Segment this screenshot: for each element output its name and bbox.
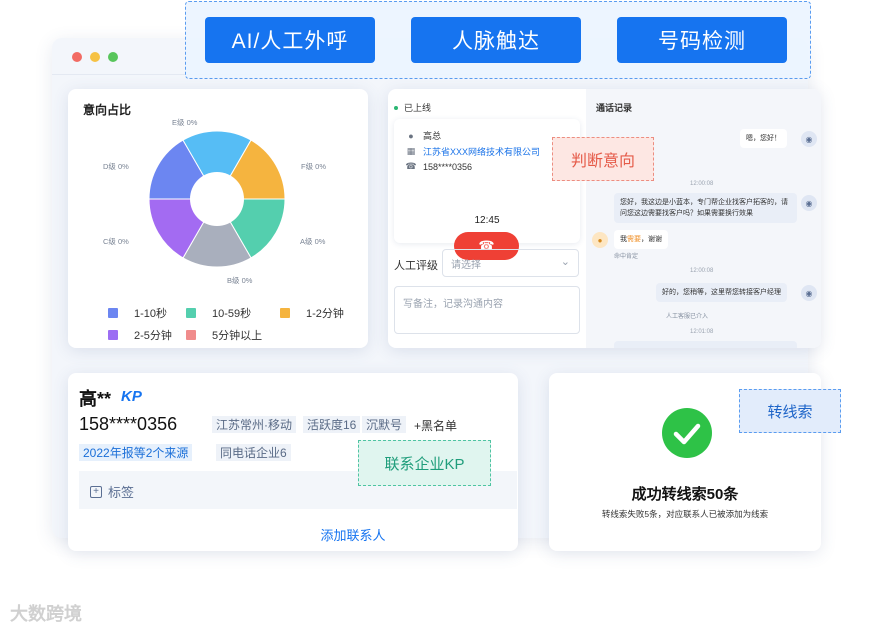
call-panel: 已上线 ● 高总 ▦ 江苏省XXX网络技术有限公司 ☎ 158****0356 12:… <box>388 89 821 348</box>
rating-label: 人工评级 <box>394 260 438 272</box>
legend-item: 5分钟以上 <box>186 327 262 343</box>
lead-phone: 158****0356 <box>79 414 178 434</box>
legend-swatch <box>108 308 118 318</box>
add-label-button[interactable]: + 标签 <box>90 482 134 501</box>
robot-icon: ◉ <box>801 195 817 211</box>
pie-hole <box>190 172 244 226</box>
feature-banner: AI/人工外呼 人脉触达 号码检测 <box>185 1 811 79</box>
chat-bubble: 我需要，谢谢 <box>614 230 668 249</box>
ai-call-button[interactable]: AI/人工外呼 <box>205 17 375 63</box>
company-link[interactable]: 江苏省XXX网络技术有限公司 <box>423 145 540 158</box>
check-icon <box>662 408 712 458</box>
pie-label-e: E级 0% <box>172 117 198 127</box>
blacklist-button[interactable]: +黑名单 <box>414 417 457 434</box>
contact-name-row: ● 高总 <box>405 129 441 142</box>
system-note: 人工客服已介入 <box>666 314 709 320</box>
success-title: 成功转线索50条 <box>631 486 739 503</box>
pie-label-b: B级 0% <box>227 275 253 285</box>
legend-item: 2-5分钟 <box>108 327 172 343</box>
call-timer: 12:45 <box>474 215 500 226</box>
pie-label-f: F级 0% <box>301 161 326 171</box>
phone-row: ☎ 158****0356 <box>405 161 473 172</box>
building-icon: ▦ <box>406 146 416 156</box>
legend-item: 10-59秒 <box>186 305 251 321</box>
minimize-dot[interactable] <box>90 52 100 62</box>
status-dot <box>394 105 398 110</box>
judge-intent-tag: 判断意向 <box>552 137 654 181</box>
transfer-lead-tag: 转线索 <box>739 389 841 433</box>
legend-swatch <box>186 308 196 318</box>
add-contact-link[interactable]: 添加联系人 <box>68 525 518 544</box>
robot-icon: ◉ <box>801 131 817 147</box>
maximize-dot[interactable] <box>108 52 118 62</box>
pie-label-a: A级 0% <box>300 236 326 246</box>
watermark-logo: 大数跨境 <box>10 604 82 624</box>
source-tag[interactable]: 2022年报等2个来源 <box>79 444 193 461</box>
chat-bubble-partial <box>614 341 797 348</box>
lead-name: 高** <box>79 389 112 409</box>
legend-swatch <box>186 330 196 340</box>
contact-kp-tag: 联系企业KP <box>358 440 491 486</box>
close-dot[interactable] <box>72 52 82 62</box>
timestamp: 12:00:08 <box>690 268 714 274</box>
pie-label-c: C级 0% <box>103 236 129 246</box>
timestamp: 12:01:08 <box>690 329 714 335</box>
pie-label-d: D级 0% <box>103 161 129 171</box>
intent-ratio-card: 意向占比 A级 0% B级 0% C级 0% D级 0% E级 0% F级 0%… <box>68 89 368 348</box>
chat-bubble: 您好，我这边是小蓝本，专门帮企业找客户拓客的，请问您这边需要找客户吗？如果需要换… <box>614 193 797 223</box>
call-record-panel: 通话记录 嗯，您好！ ◉ 12:00:08 您好，我这边是小蓝本，专门帮企业找客… <box>586 89 821 348</box>
legend-item: 1-10秒 <box>108 305 167 321</box>
silent-tag: 沉默号 <box>362 416 407 433</box>
legend-swatch <box>108 330 118 340</box>
user-icon: ● <box>592 232 608 248</box>
rating-select[interactable]: 请选择 ⌄ <box>442 249 579 277</box>
activity-tag: 活跃度16 <box>303 416 361 433</box>
chevron-down-icon: ⌄ <box>560 256 570 268</box>
success-subtitle: 转线索失败5条，对应联系人已被添加为线索 <box>601 509 769 519</box>
legend-swatch <box>280 308 290 318</box>
online-status: 已上线 <box>394 101 431 114</box>
plus-icon: + <box>90 485 102 498</box>
phone-icon: ☎ <box>405 161 417 171</box>
same-phone-tag[interactable]: 同电话企业6 <box>216 444 291 461</box>
user-icon: ● <box>408 130 414 141</box>
chat-bubble: 好的，您稍等，这里帮您转接客户经理 <box>656 283 787 302</box>
location-tag: 江苏常州·移动 <box>212 416 296 433</box>
timestamp: 12:00:08 <box>690 181 714 187</box>
legend-item: 1-2分钟 <box>280 305 344 321</box>
company-row: ▦ 江苏省XXX网络技术有限公司 <box>405 145 540 158</box>
note-textarea[interactable]: 写备注，记录沟通内容 <box>394 286 580 334</box>
network-reach-button[interactable]: 人脉触达 <box>411 17 581 63</box>
chat-bubble: 嗯，您好！ <box>740 129 787 148</box>
number-check-button[interactable]: 号码检测 <box>617 17 787 63</box>
call-record-title: 通话记录 <box>596 103 633 113</box>
robot-icon: ◉ <box>801 285 817 301</box>
intent-hit-note: 命中肯定 <box>614 254 639 260</box>
kp-badge: KP <box>121 388 142 405</box>
